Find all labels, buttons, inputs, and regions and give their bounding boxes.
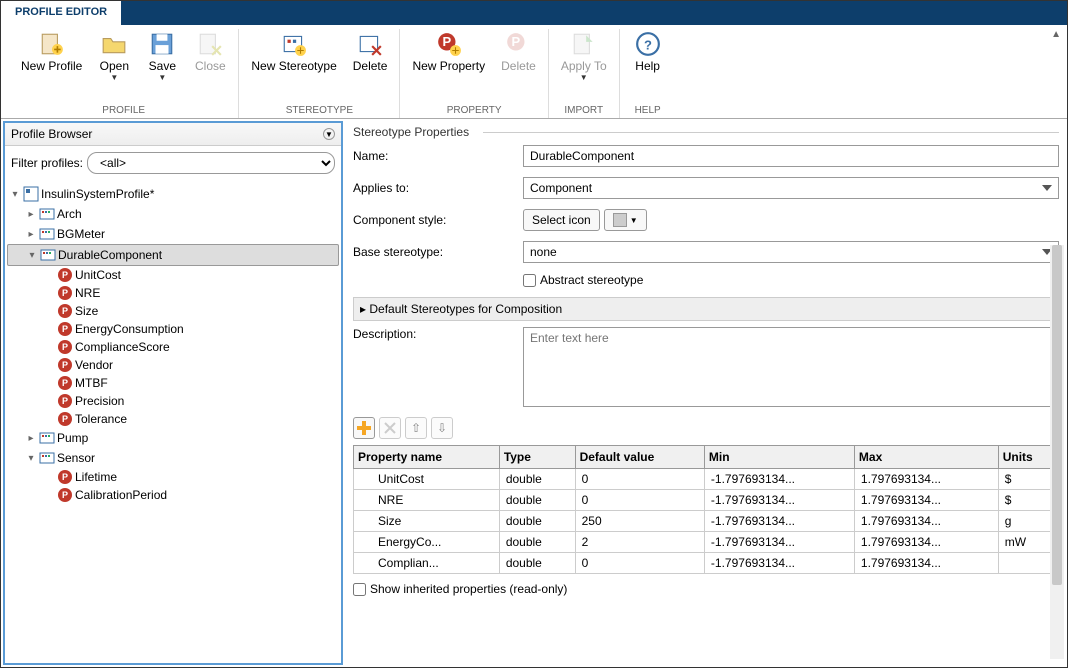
svg-text:P: P — [442, 34, 451, 49]
filter-select[interactable]: <all> — [87, 152, 335, 174]
svg-text:P: P — [512, 34, 521, 49]
ribbon-group-profile: PROFILE — [102, 103, 145, 118]
app-tab[interactable]: PROFILE EDITOR — [1, 1, 122, 25]
abstract-checkbox[interactable] — [523, 274, 536, 287]
column-header[interactable]: Default value — [575, 446, 704, 469]
select-icon-button[interactable]: Select icon — [523, 209, 600, 231]
applies-label: Applies to: — [353, 181, 523, 195]
tree-prop-precision[interactable]: PPrecision — [7, 392, 339, 410]
arrow-down-icon: ⇩ — [437, 421, 447, 435]
tree-prop-tolerance[interactable]: PTolerance — [7, 410, 339, 428]
base-select[interactable]: none — [523, 241, 1059, 263]
new-profile-button[interactable]: New Profile — [15, 29, 88, 84]
apply-icon — [571, 31, 597, 57]
color-picker-button[interactable]: ▼ — [604, 209, 647, 231]
tree-arch[interactable]: ▸Arch — [7, 204, 339, 224]
table-row[interactable]: Complian...double0-1.797693134...1.79769… — [354, 553, 1059, 574]
filter-label: Filter profiles: — [11, 156, 83, 170]
tree-prop-compliancescore[interactable]: PComplianceScore — [7, 338, 339, 356]
save-icon — [149, 31, 175, 57]
add-row-button[interactable] — [353, 417, 375, 439]
open-icon — [101, 31, 127, 57]
arrow-up-icon: ⇧ — [411, 421, 421, 435]
save-button[interactable]: Save▼ — [140, 29, 184, 84]
open-button[interactable]: Open▼ — [92, 29, 136, 84]
ribbon-group-stereotype: STEREOTYPE — [286, 103, 353, 118]
delete-stereotype-icon — [357, 31, 383, 57]
tree-prop-energyconsumption[interactable]: PEnergyConsumption — [7, 320, 339, 338]
delete-row-button[interactable] — [379, 417, 401, 439]
ribbon-group-property: PROPERTY — [447, 103, 502, 118]
column-header[interactable]: Type — [499, 446, 575, 469]
ribbon-collapse-icon[interactable]: ▲ — [1051, 29, 1061, 40]
name-label: Name: — [353, 149, 523, 163]
tree-prop-vendor[interactable]: PVendor — [7, 356, 339, 374]
style-label: Component style: — [353, 213, 523, 227]
new-property-button[interactable]: PNew Property — [406, 29, 491, 75]
tree-sensor[interactable]: ▾Sensor — [7, 448, 339, 468]
properties-table: Property nameTypeDefault valueMinMaxUnit… — [353, 445, 1059, 574]
new-stereotype-button[interactable]: New Stereotype — [245, 29, 342, 75]
help-icon: ? — [635, 31, 661, 57]
tree-prop-mtbf[interactable]: PMTBF — [7, 374, 339, 392]
ribbon: New Profile Open▼ Save▼ Close PROFILE Ne… — [1, 25, 1067, 119]
show-inherited-checkbox[interactable] — [353, 583, 366, 596]
base-label: Base stereotype: — [353, 245, 523, 259]
table-row[interactable]: NREdouble0-1.797693134...1.797693134...$ — [354, 490, 1059, 511]
column-header[interactable]: Property name — [354, 446, 500, 469]
tree-prop-size[interactable]: PSize — [7, 302, 339, 320]
show-inherited-label: Show inherited properties (read-only) — [370, 582, 567, 596]
name-input[interactable] — [523, 145, 1059, 167]
tree-prop-nre[interactable]: PNRE — [7, 284, 339, 302]
tree-durablecomponent[interactable]: ▾DurableComponent — [7, 244, 339, 266]
description-textarea[interactable] — [523, 327, 1059, 407]
profile-browser-panel: Profile Browser ▼ Filter profiles: <all>… — [3, 121, 343, 665]
delete-property-button: PDelete — [495, 29, 542, 75]
table-row[interactable]: Sizedouble250-1.797693134...1.797693134.… — [354, 511, 1059, 532]
delete-stereotype-button[interactable]: Delete — [347, 29, 394, 75]
ribbon-group-import: IMPORT — [564, 103, 603, 118]
panel-scrollbar[interactable] — [1050, 245, 1064, 659]
svg-text:?: ? — [644, 37, 652, 52]
tree-prop-lifetime[interactable]: PLifetime — [7, 468, 339, 486]
new-stereotype-icon — [281, 31, 307, 57]
profile-browser-title: Profile Browser — [11, 127, 92, 141]
description-label: Description: — [353, 327, 523, 341]
new-property-icon: P — [436, 31, 462, 57]
help-button[interactable]: ?Help — [626, 29, 670, 75]
abstract-label: Abstract stereotype — [540, 273, 643, 287]
close-icon — [197, 31, 223, 57]
move-up-button[interactable]: ⇧ — [405, 417, 427, 439]
new-profile-icon — [39, 31, 65, 57]
tree-prop-calibrationperiod[interactable]: PCalibrationPeriod — [7, 486, 339, 504]
panel-menu-icon[interactable]: ▼ — [323, 128, 335, 140]
move-down-button[interactable]: ⇩ — [431, 417, 453, 439]
properties-panel: Stereotype Properties Name: Applies to: … — [345, 119, 1067, 667]
tree-root[interactable]: ▾InsulinSystemProfile* — [7, 184, 339, 204]
applies-select[interactable]: Component — [523, 177, 1059, 199]
close-button: Close — [188, 29, 232, 84]
tree-prop-unitcost[interactable]: PUnitCost — [7, 266, 339, 284]
composition-collapser[interactable]: ▸ Default Stereotypes for Composition — [353, 297, 1059, 321]
x-icon — [384, 422, 396, 434]
plus-icon — [357, 421, 371, 435]
panel-title: Stereotype Properties — [353, 125, 1059, 139]
tree-bgmeter[interactable]: ▸BGMeter — [7, 224, 339, 244]
table-row[interactable]: EnergyCo...double2-1.797693134...1.79769… — [354, 532, 1059, 553]
apply-to-button: Apply To▼ — [555, 29, 613, 84]
table-row[interactable]: UnitCostdouble0-1.797693134...1.79769313… — [354, 469, 1059, 490]
ribbon-group-help: HELP — [635, 103, 661, 118]
delete-property-icon: P — [505, 31, 531, 57]
column-header[interactable]: Min — [704, 446, 854, 469]
column-header[interactable]: Max — [854, 446, 998, 469]
tree-pump[interactable]: ▸Pump — [7, 428, 339, 448]
profile-tree: ▾InsulinSystemProfile*▸Arch▸BGMeter▾Dura… — [5, 180, 341, 663]
